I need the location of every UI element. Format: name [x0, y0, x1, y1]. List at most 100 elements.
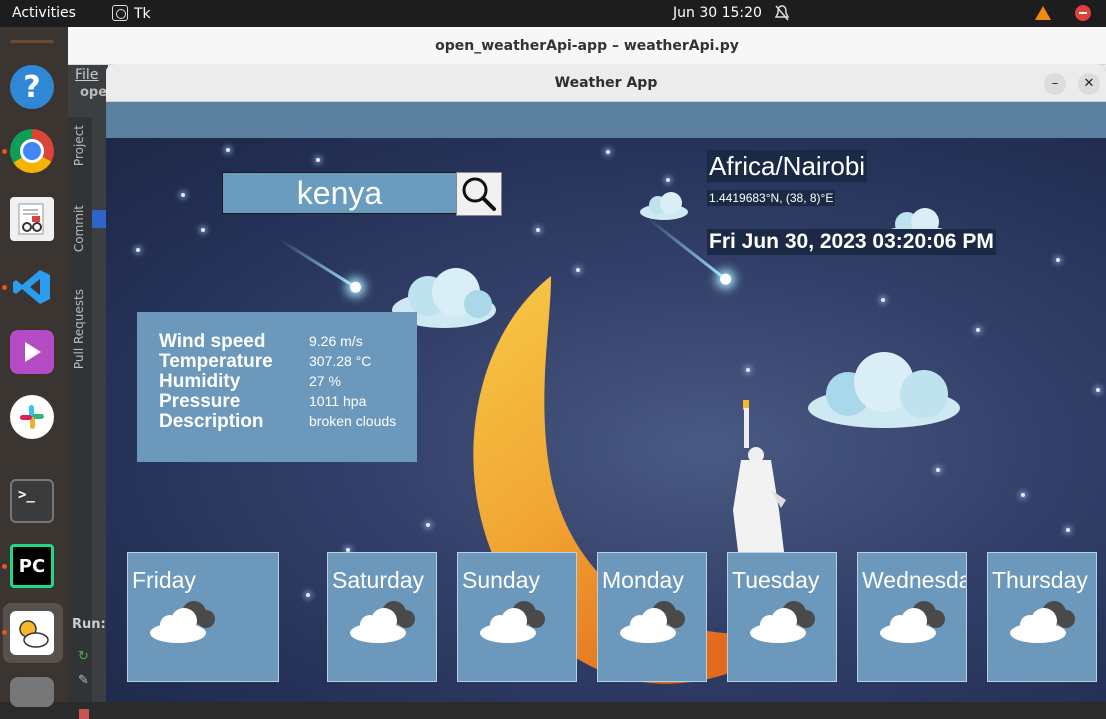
cloud-art [808, 352, 960, 428]
tab-commit[interactable]: Commit [72, 205, 86, 252]
broken-clouds-icon [1010, 601, 1075, 643]
forecast-day-label: Tuesday [732, 567, 820, 593]
search-button[interactable] [456, 172, 502, 216]
star [881, 298, 885, 302]
description-label: Description [159, 411, 264, 432]
forecast-day-label: Thursday [992, 567, 1088, 593]
forecast-card-wednesday: Wednesday [857, 552, 967, 682]
running-indicator [2, 149, 7, 154]
star [1096, 388, 1100, 392]
star [316, 158, 320, 162]
star [226, 148, 230, 152]
star [1021, 493, 1025, 497]
star [181, 193, 185, 197]
running-indicator [2, 630, 7, 635]
star [201, 228, 205, 232]
top-bar: Activities Tk Jun 30 15:20 [0, 0, 1106, 27]
star [976, 328, 980, 332]
broken-clouds-icon [480, 601, 545, 643]
window-title: Weather App [106, 64, 1106, 102]
wind-speed-value: 9.26 m/s [309, 333, 363, 349]
rerun-icon[interactable]: ↻ [78, 649, 89, 664]
wind-speed-label: Wind speed [159, 331, 266, 352]
activities-button[interactable]: Activities [12, 5, 76, 21]
star [306, 593, 310, 597]
forecast-card-tuesday: Tuesday [727, 552, 837, 682]
broken-clouds-icon [620, 601, 685, 643]
wrench-icon[interactable]: ✎ [78, 673, 89, 688]
shooting-star [278, 238, 357, 289]
running-indicator [2, 285, 7, 290]
star [606, 150, 610, 154]
slack-icon[interactable] [10, 395, 54, 439]
forecast-day-label: Friday [132, 567, 196, 593]
star [1066, 528, 1070, 532]
document-viewer-icon[interactable] [10, 197, 54, 241]
coordinates-label: 1.4419683°N, (38, 8)°E [707, 190, 836, 206]
star [1056, 258, 1060, 262]
tab-project[interactable]: Project [72, 125, 86, 166]
search-icon [462, 177, 496, 211]
stop-icon[interactable] [79, 709, 89, 719]
dock-separator [10, 40, 54, 43]
running-indicator [2, 564, 7, 569]
system-menu-icon[interactable] [1075, 5, 1091, 21]
ide-file-menu[interactable]: File [75, 67, 98, 83]
forecast-day-label: Monday [602, 567, 684, 593]
broken-clouds-icon [750, 601, 815, 643]
forecast-day-label: Sunday [462, 567, 541, 593]
pressure-value: 1011 hpa [309, 393, 367, 409]
dock: ? >_ PC [0, 27, 68, 707]
pycharm-icon[interactable]: PC [10, 544, 54, 588]
humidity-value: 27 % [309, 373, 341, 389]
forecast-card-monday: Monday [597, 552, 707, 682]
forecast-day-label: Wednesday [862, 567, 966, 593]
ide-run-label: Run: [72, 617, 106, 632]
cloud-art [640, 192, 688, 220]
tab-pull-requests[interactable]: Pull Requests [72, 289, 86, 369]
chrome-icon[interactable] [10, 129, 54, 173]
ide-tool-strip: Project Commit Pull Requests [68, 117, 92, 702]
forecast-card-thursday: Thursday [987, 552, 1097, 682]
star [136, 248, 140, 252]
app-menu[interactable]: Tk [112, 5, 151, 22]
temperature-value: 307.28 °C [309, 353, 372, 369]
header-strip [106, 102, 1106, 138]
star [536, 228, 540, 232]
disk-icon[interactable] [10, 677, 54, 707]
forecast-card-saturday: Saturday [327, 552, 437, 682]
notifications-muted-icon[interactable] [774, 4, 790, 22]
pressure-label: Pressure [159, 391, 241, 412]
city-search-input[interactable]: kenya [222, 172, 457, 214]
star [936, 468, 940, 472]
vscode-icon[interactable] [10, 265, 54, 309]
broken-clouds-icon [150, 601, 215, 643]
clock[interactable]: Jun 30 15:20 [673, 5, 762, 21]
temperature-label: Temperature [159, 351, 273, 372]
ide-title: open_weatherApi-app – weatherApi.py [68, 27, 1106, 65]
info-labels: Wind speed Temperature Humidity Pressure… [159, 332, 273, 432]
terminal-icon[interactable]: >_ [10, 479, 54, 523]
timezone-label: Africa/Nairobi [707, 150, 868, 182]
video-player-icon[interactable] [10, 330, 54, 374]
help-icon[interactable]: ? [10, 65, 54, 109]
forecast-day-label: Saturday [332, 567, 425, 593]
close-button[interactable]: ✕ [1078, 73, 1100, 95]
forecast-card-sunday: Sunday [457, 552, 577, 682]
weather-app-icon[interactable] [10, 611, 54, 655]
vlc-tray-icon[interactable] [1035, 6, 1051, 20]
app-menu-label: Tk [134, 6, 151, 22]
ide-project-name: ope [80, 85, 108, 100]
weather-info-card: Wind speed Temperature Humidity Pressure… [137, 312, 417, 462]
forecast-card-friday: Friday [127, 552, 279, 682]
star [426, 523, 430, 527]
star [666, 178, 670, 182]
weather-app-window: Weather App – ✕ kenya Africa/Nairobi 1.4… [106, 64, 1106, 702]
broken-clouds-icon [880, 601, 945, 643]
tk-icon [112, 5, 128, 21]
description-value: broken clouds [309, 413, 397, 429]
humidity-label: Humidity [159, 371, 241, 392]
date-time-label: Fri Jun 30, 2023 03:20:06 PM [707, 229, 996, 255]
minimize-button[interactable]: – [1044, 73, 1066, 95]
info-values: 9.26 m/s 307.28 °C 27 % 1011 hpa broken … [309, 331, 396, 431]
